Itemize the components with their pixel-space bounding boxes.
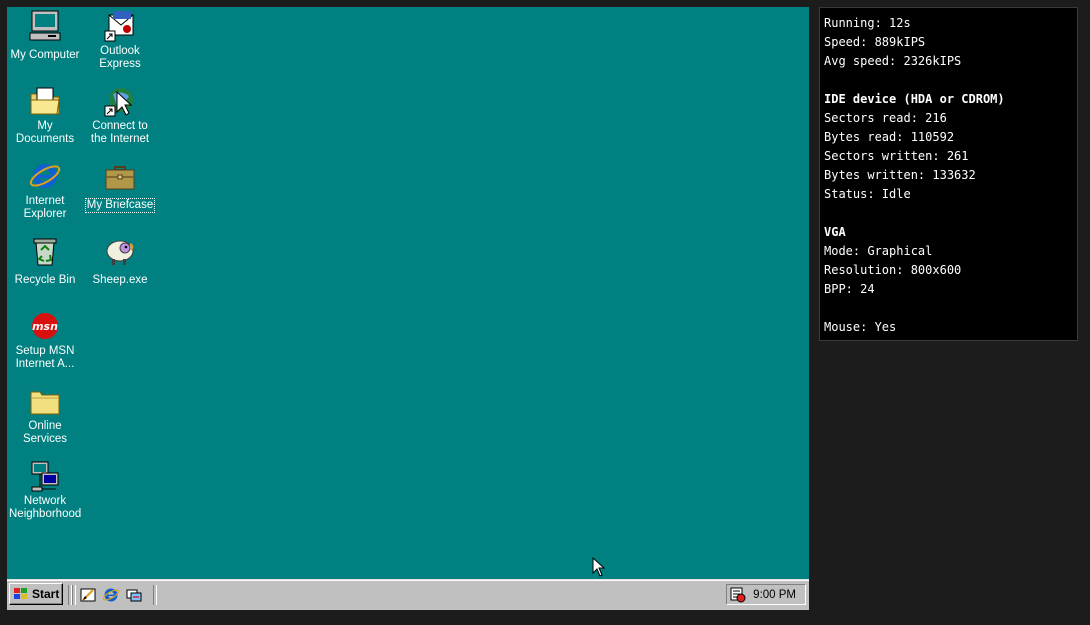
desktop-icon-internet-explorer[interactable]: Internet Explorer: [7, 159, 83, 222]
taskbar-separator: [72, 585, 76, 605]
vga-mode: Mode: Graphical: [824, 244, 933, 258]
desktop-icon-label: Internet Explorer: [23, 195, 67, 220]
desktop-icon-setup-msn[interactable]: msn Setup MSN Internet A...: [7, 309, 83, 372]
taskbar-separator: [153, 585, 157, 605]
avg-speed: Avg speed: 2326kIPS: [824, 54, 962, 68]
desktop-icon-connect-internet[interactable]: Connect to the Internet: [82, 84, 158, 147]
ide-status: Status: Idle: [824, 187, 911, 201]
desktop-icon-label: My Documents: [15, 120, 75, 145]
desktop-icon-my-computer[interactable]: My Computer: [7, 9, 83, 63]
my-documents-icon: [30, 87, 60, 115]
internet-explorer-quicklaunch-icon[interactable]: [102, 586, 120, 604]
vga-resolution: Resolution: 800x600: [824, 263, 962, 277]
system-tray: 9:00 PM: [726, 584, 806, 605]
connect-internet-icon: [104, 88, 133, 117]
bytes-read: Bytes read: 110592: [824, 130, 955, 144]
recycle-bin-icon: [33, 238, 57, 266]
desktop-icon-label: Network Neighborhood: [9, 495, 82, 520]
my-computer-icon: [29, 10, 61, 41]
desktop-icon-label: Recycle Bin: [14, 274, 76, 286]
vga-bpp: BPP: 24: [824, 282, 875, 296]
channels-icon[interactable]: [125, 586, 143, 604]
emulator-stats-panel: Running: 12s Speed: 889kIPS Avg speed: 2…: [819, 7, 1078, 341]
network-icon: [31, 461, 59, 492]
desktop-icon-label: My Computer: [10, 49, 80, 61]
internet-explorer-icon: [29, 164, 61, 188]
taskbar: Start 9:00 PM: [7, 579, 809, 610]
desktop-icon-network-neighborhood[interactable]: Network Neighborhood: [7, 459, 83, 522]
sheep-icon: [106, 240, 134, 265]
mouse-cursor-icon: [592, 557, 606, 577]
desktop-icon-label: Connect to the Internet: [90, 120, 150, 145]
start-label: Start: [32, 587, 60, 601]
speed: Speed: 889kIPS: [824, 35, 926, 49]
show-desktop-icon[interactable]: [79, 586, 97, 604]
scheduler-icon[interactable]: [730, 587, 746, 603]
windows-logo-icon: [14, 588, 27, 599]
msn-icon: msn: [32, 313, 58, 339]
bytes-written: Bytes written: 133632: [824, 168, 976, 182]
sectors-written: Sectors written: 261: [824, 149, 969, 163]
sectors-read: Sectors read: 216: [824, 111, 947, 125]
start-button[interactable]: Start: [9, 583, 63, 605]
briefcase-icon: [105, 166, 135, 190]
desktop-icon-label: Online Services: [22, 420, 68, 445]
running-time: Running: 12s: [824, 16, 911, 30]
desktop-icon-my-documents[interactable]: My Documents: [7, 84, 83, 147]
clock[interactable]: 9:00 PM: [753, 589, 796, 601]
desktop-icon-label: Setup MSN Internet A...: [15, 345, 75, 370]
desktop-icon-label: Outlook Express: [99, 45, 141, 70]
outlook-express-icon: [104, 11, 134, 42]
svg-text:msn: msn: [32, 320, 58, 333]
desktop-icon-online-services[interactable]: Online Services: [7, 384, 83, 447]
emulator-screen[interactable]: My Computer Outlook Express My Documents: [7, 7, 809, 610]
desktop-icon-label: Sheep.exe: [92, 274, 148, 286]
folder-icon: [30, 391, 60, 415]
desktop-icon-sheep[interactable]: Sheep.exe: [82, 234, 158, 288]
desktop-icon-outlook-express[interactable]: Outlook Express: [82, 9, 158, 72]
mouse-status: Mouse: Yes: [824, 320, 897, 334]
vga-header: VGA: [824, 225, 846, 239]
desktop-icon-label: My Briefcase: [84, 198, 156, 213]
desktop-icon-recycle-bin[interactable]: Recycle Bin: [7, 234, 83, 288]
ide-header: IDE device (HDA or CDROM): [824, 92, 1005, 106]
desktop-icon-my-briefcase[interactable]: My Briefcase: [82, 159, 158, 213]
